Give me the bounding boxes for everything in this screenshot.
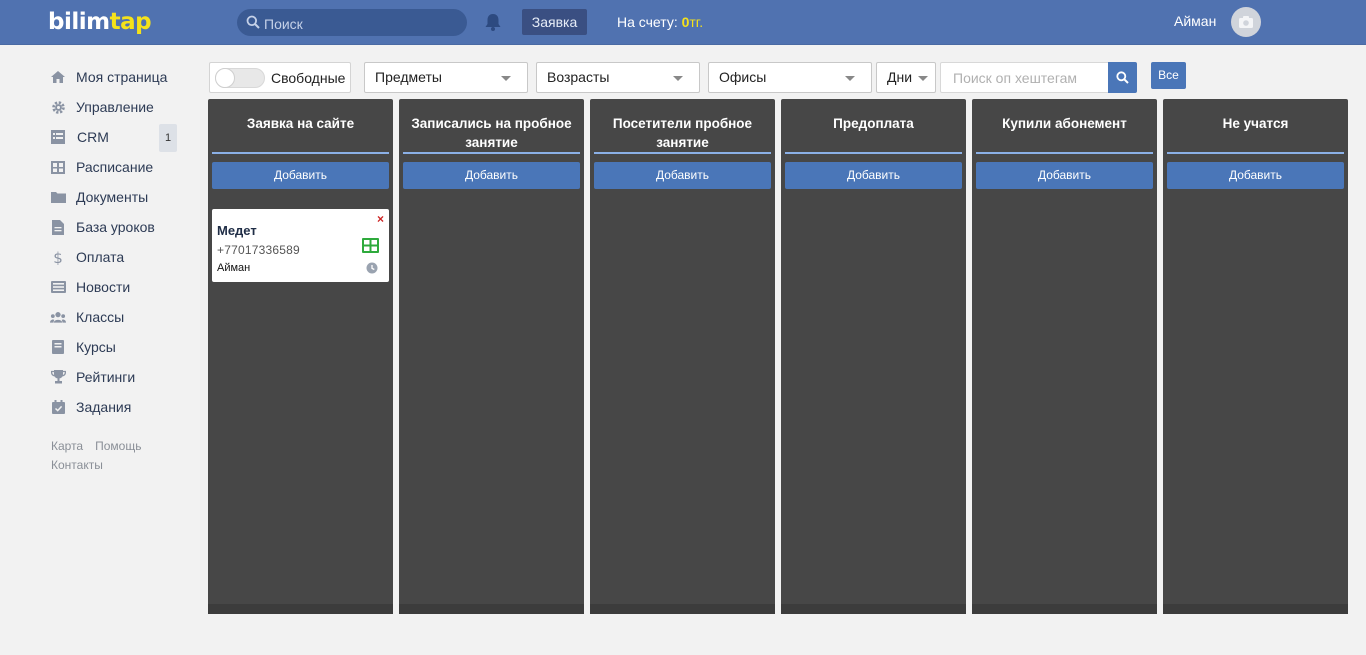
toggle-knob <box>215 68 235 88</box>
free-filter: Свободные <box>209 62 351 93</box>
list-icon <box>50 129 66 145</box>
lead-owner: Айман <box>217 262 251 274</box>
sidebar-item-schedule[interactable]: Расписание <box>50 157 153 177</box>
hashtag-search-button[interactable] <box>1108 62 1137 93</box>
avatar[interactable] <box>1231 7 1261 37</box>
column-bought-subscription: Купили абонемент Добавить <box>972 99 1157 614</box>
free-toggle[interactable] <box>215 68 265 88</box>
sidebar-item-my-page[interactable]: Моя страница <box>50 67 167 87</box>
offices-select[interactable]: Офисы <box>708 62 872 93</box>
column-title: Заявка на сайте <box>246 116 355 131</box>
chevron-down-icon <box>845 76 855 81</box>
all-button[interactable]: Все <box>1151 62 1186 89</box>
ages-select[interactable]: Возрасты <box>536 62 700 93</box>
hashtag-search-box <box>940 62 1109 93</box>
calendar-check-icon <box>50 399 66 415</box>
column-divider <box>785 152 962 154</box>
file-icon <box>50 219 66 235</box>
svg-text:$: $ <box>53 250 63 265</box>
book-icon <box>50 339 66 355</box>
table-icon <box>50 159 66 175</box>
folder-icon <box>50 189 66 205</box>
search-input[interactable] <box>264 9 459 36</box>
column-not-studying: Не учатся Добавить <box>1163 99 1348 614</box>
column-trial-visitors: Посетители пробное занятие Добавить <box>590 99 775 614</box>
column-footer <box>399 604 584 614</box>
add-button[interactable]: Добавить <box>594 162 771 189</box>
column-site-request: Заявка на сайте Добавить <box>208 99 393 614</box>
lead-name: Медет <box>217 223 257 238</box>
sidebar-item-classes[interactable]: Классы <box>50 307 124 327</box>
column-footer <box>1163 604 1348 614</box>
home-icon <box>50 69 66 85</box>
column-title: Предоплата <box>833 116 914 131</box>
search-icon <box>1116 71 1129 84</box>
column-title: Записались на пробное занятие <box>411 116 572 150</box>
column-footer <box>208 604 393 614</box>
sidebar-item-courses[interactable]: Курсы <box>50 337 116 357</box>
bell-icon[interactable] <box>483 12 503 32</box>
user-name[interactable]: Айман <box>1174 13 1216 29</box>
sidebar-item-tasks[interactable]: Задания <box>50 397 131 417</box>
days-select[interactable]: Дни <box>876 62 936 93</box>
column-footer <box>590 604 775 614</box>
balance-currency: тг. <box>689 14 704 30</box>
close-icon[interactable]: × <box>377 213 387 225</box>
camera-icon <box>1239 16 1253 28</box>
chevron-down-icon <box>673 76 683 81</box>
column-footer <box>972 604 1157 614</box>
sidebar-item-lessons-base[interactable]: База уроков <box>50 217 155 237</box>
lead-card[interactable]: Медет +77017336589 Айман × <box>212 209 389 282</box>
sidebar-footer: Карта Помощь Контакты <box>51 437 153 475</box>
map-link[interactable]: Карта <box>51 439 83 453</box>
help-link[interactable]: Помощь <box>95 439 141 453</box>
column-divider <box>1167 152 1344 154</box>
add-button[interactable]: Добавить <box>785 162 962 189</box>
column-divider <box>594 152 771 154</box>
column-title: Купили абонемент <box>1002 116 1127 131</box>
column-title: Не учатся <box>1222 116 1289 131</box>
column-divider <box>212 152 389 154</box>
dollar-icon: $ <box>50 249 66 265</box>
chevron-down-icon <box>501 76 511 81</box>
clock-icon[interactable] <box>366 262 378 274</box>
top-bar: bilimtap Заявка На счету: 0тг. Айман <box>0 0 1366 45</box>
add-button[interactable]: Добавить <box>212 162 389 189</box>
add-button[interactable]: Добавить <box>1167 162 1344 189</box>
column-trial-signup: Записались на пробное занятие Добавить <box>399 99 584 614</box>
table-icon[interactable] <box>362 238 379 253</box>
contacts-link[interactable]: Контакты <box>51 458 103 472</box>
subjects-select[interactable]: Предметы <box>364 62 528 93</box>
add-button[interactable]: Добавить <box>976 162 1153 189</box>
hashtag-search-input[interactable] <box>941 63 1108 92</box>
column-title: Посетители пробное занятие <box>612 116 753 150</box>
search-box <box>237 9 467 36</box>
gear-icon <box>50 99 66 115</box>
add-button[interactable]: Добавить <box>403 162 580 189</box>
sidebar-item-news[interactable]: Новости <box>50 277 130 297</box>
sidebar-item-crm[interactable]: CRM <box>50 127 109 147</box>
chevron-down-icon <box>918 76 928 81</box>
news-icon <box>50 279 66 295</box>
column-divider <box>976 152 1153 154</box>
sidebar-item-documents[interactable]: Документы <box>50 187 148 207</box>
column-divider <box>403 152 580 154</box>
logo[interactable]: bilimtap <box>48 8 152 36</box>
users-icon <box>50 309 66 325</box>
column-prepayment: Предоплата Добавить <box>781 99 966 614</box>
lead-phone: +77017336589 <box>217 243 300 257</box>
sidebar-item-ratings[interactable]: Рейтинги <box>50 367 135 387</box>
trophy-icon <box>50 369 66 385</box>
column-footer <box>781 604 966 614</box>
sidebar-item-payment[interactable]: $ Оплата <box>50 247 124 267</box>
search-icon <box>246 15 260 29</box>
crm-count-badge: 1 <box>159 124 177 152</box>
balance: На счету: 0тг. <box>617 14 704 30</box>
request-button[interactable]: Заявка <box>522 9 587 35</box>
sidebar-item-management[interactable]: Управление <box>50 97 154 117</box>
free-toggle-label: Свободные <box>271 70 346 86</box>
